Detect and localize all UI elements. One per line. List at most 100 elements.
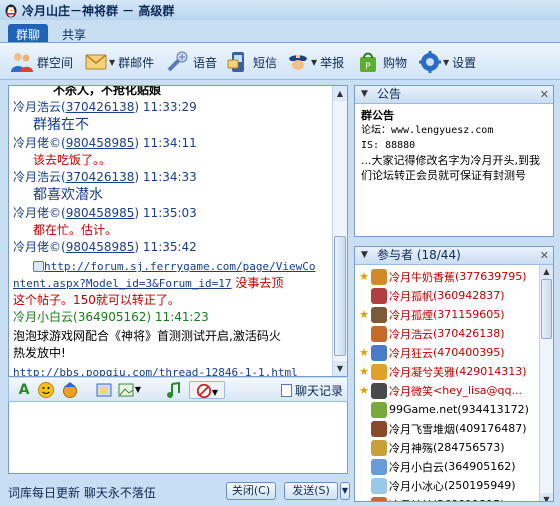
forum-address: 论坛：www.lengyuesz.com bbox=[361, 125, 494, 136]
sms-label: 短信 bbox=[253, 55, 278, 70]
member-row[interactable]: 99Game.net (934413172) bbox=[355, 400, 539, 419]
member-qq: <hey_lisa@qq... bbox=[433, 384, 523, 397]
member-row[interactable]: 冷月浩云 (370426138) bbox=[355, 324, 539, 343]
collapse-arrow-icon[interactable]: ▼ bbox=[361, 247, 368, 264]
member-row[interactable]: 冷月神殇 (284756573) bbox=[355, 438, 539, 457]
tab-share[interactable]: 共享 bbox=[54, 24, 94, 42]
toolbar: 群空间 ▼ 群邮件 语音 短信 ▼ 举报 P 购物 ▼ 设置 bbox=[0, 42, 560, 80]
member-row[interactable]: ★ 冷月狂云 (470400395) bbox=[355, 343, 539, 362]
sms-button[interactable]: 短信 bbox=[226, 49, 277, 75]
scroll-thumb[interactable] bbox=[541, 279, 552, 339]
sms-icon bbox=[227, 52, 244, 72]
avatar-icon bbox=[371, 287, 387, 304]
report-label: 举报 bbox=[320, 55, 345, 70]
screenshot-icon[interactable] bbox=[95, 381, 113, 399]
emoticon-icon[interactable] bbox=[37, 381, 55, 399]
partial-message: 不杀人，不抢化贴娘 bbox=[53, 86, 162, 97]
member-name: 冷月浩云 bbox=[389, 327, 433, 341]
window-title: 冷月山庄－神将群 － 高级群 bbox=[22, 4, 175, 18]
avatar-icon bbox=[371, 496, 387, 501]
member-row[interactable]: 冷月孤帆 (360942837) bbox=[355, 286, 539, 305]
member-name: 冷月飞雪堆烟 bbox=[389, 422, 455, 436]
member-qq: (284756573) bbox=[433, 441, 505, 454]
group-space-button[interactable]: 群空间 bbox=[10, 49, 73, 75]
settings-dropdown-icon[interactable]: ▼ bbox=[443, 58, 449, 67]
image-dropdown-icon[interactable]: ▼ bbox=[133, 381, 143, 399]
member-name: 冷月神神 bbox=[389, 497, 433, 502]
scroll-down-icon[interactable]: ▼ bbox=[540, 493, 553, 501]
scroll-thumb[interactable] bbox=[334, 236, 346, 356]
link-icon bbox=[33, 261, 44, 272]
member-row[interactable]: 冷月神神(260011315) bbox=[355, 495, 539, 502]
avatar-icon bbox=[371, 306, 387, 323]
member-name: 冷月神殇 bbox=[389, 441, 433, 455]
shopping-button[interactable]: P 购物 bbox=[356, 49, 407, 75]
shopping-label: 购物 bbox=[383, 55, 408, 70]
member-row[interactable]: ★ 冷月凝兮芙雅 (429014313) bbox=[355, 362, 539, 381]
bottom-bar: 词库每日更新 聊天永不落伍 关闭(C) 发送(S) ▼ bbox=[0, 478, 350, 506]
avatar-icon bbox=[371, 439, 387, 456]
forum-link[interactable]: http://forum.sj.ferrygame.com/page/ViewC… bbox=[44, 260, 316, 273]
message-text: 都喜欢潜水 bbox=[33, 187, 103, 203]
chat-history-button[interactable]: 聊天记录 bbox=[280, 382, 343, 399]
member-row[interactable]: 冷月小冰心 (250195949) bbox=[355, 476, 539, 495]
scroll-up-icon[interactable]: ▲ bbox=[540, 265, 553, 279]
group-mail-button[interactable]: ▼ 群邮件 bbox=[84, 49, 154, 75]
message-input[interactable] bbox=[8, 402, 348, 474]
shopping-icon: P bbox=[360, 52, 376, 72]
member-row[interactable]: ★ 冷月微笑 <hey_lisa@qq... bbox=[355, 381, 539, 400]
qq-number-link[interactable]: 980458985 bbox=[66, 136, 135, 150]
announcement-panel: ▼ 公告 ✕ 群公告 论坛：www.lengyuesz.com IS: 8888… bbox=[354, 85, 554, 237]
member-row[interactable]: ★ 冷月孤煙 (371159605) bbox=[355, 305, 539, 324]
qq-number-link[interactable]: 370426138 bbox=[66, 100, 135, 114]
member-row[interactable]: 冷月小白云 (364905162) bbox=[355, 457, 539, 476]
close-icon[interactable]: ✕ bbox=[540, 86, 549, 103]
qq-number-link[interactable]: 370426138 bbox=[66, 170, 135, 184]
scroll-up-icon[interactable]: ▲ bbox=[333, 86, 347, 101]
close-icon[interactable]: ✕ bbox=[540, 247, 549, 264]
music-icon[interactable] bbox=[165, 381, 183, 399]
send-options-icon[interactable]: ▼ bbox=[340, 482, 350, 500]
block-messages-button[interactable]: ▼ bbox=[189, 381, 225, 399]
settings-button[interactable]: ▼ 设置 bbox=[418, 49, 476, 75]
report-button[interactable]: ▼ 举报 bbox=[286, 49, 344, 75]
qq-number[interactable]: 364905162 bbox=[78, 310, 147, 324]
collapse-arrow-icon[interactable]: ▼ bbox=[361, 86, 368, 103]
forum-link-continued[interactable]: ntent.aspx?Model_id=3&Forum_id=17 bbox=[13, 277, 232, 290]
message-text: 都在忙。估计。 bbox=[33, 223, 118, 237]
avatar-icon bbox=[371, 382, 387, 399]
announcement-header[interactable]: ▼ 公告 ✕ bbox=[355, 86, 553, 104]
report-dropdown-icon[interactable]: ▼ bbox=[311, 58, 317, 67]
send-button[interactable]: 发送(S) bbox=[284, 482, 338, 500]
message-text: 该去吃饭了。。 bbox=[33, 153, 112, 167]
member-qq: (470400395) bbox=[433, 346, 505, 359]
member-qq: (260011315) bbox=[433, 498, 505, 501]
tip-text[interactable]: 词库每日更新 聊天永不落伍 bbox=[8, 484, 156, 501]
people-icon bbox=[11, 53, 33, 72]
avatar-icon bbox=[371, 420, 387, 437]
close-button[interactable]: 关闭(C) bbox=[226, 482, 276, 500]
font-icon[interactable]: A bbox=[15, 381, 33, 399]
bbs-link[interactable]: http://bbs.popqiu.com/thread-12846-1-1.h… bbox=[13, 366, 298, 376]
member-list: ★ 冷月牛奶香蕉 (377639795) 冷月孤帆 (360942837) ★ 冷月孤煙 (3… bbox=[355, 265, 539, 502]
member-row[interactable]: ★ 冷月牛奶香蕉 (377639795) bbox=[355, 267, 539, 286]
qq-number-link[interactable]: 980458985 bbox=[66, 240, 135, 254]
scroll-down-icon[interactable]: ▼ bbox=[333, 361, 347, 376]
mail-dropdown-icon[interactable]: ▼ bbox=[109, 58, 115, 67]
chat-history[interactable]: 不杀人，不抢化贴娘 冷月浩云(370426138) 11:33:29 群猪在不 … bbox=[8, 85, 348, 377]
member-qq: (934413172) bbox=[457, 403, 529, 416]
chat-scrollbar[interactable]: ▲ ▼ bbox=[332, 86, 347, 376]
message-header: 冷月佬©(980458985) 11:35:03 bbox=[13, 206, 197, 220]
voice-button[interactable]: 语音 bbox=[166, 49, 217, 75]
vip-star-icon: ★ bbox=[359, 346, 369, 359]
svg-text:P: P bbox=[365, 62, 371, 72]
members-header[interactable]: ▼ 参与者 (18/44) ✕ bbox=[355, 247, 553, 265]
member-name: 冷月孤帆 bbox=[389, 289, 433, 303]
tab-group-chat[interactable]: 群聊 bbox=[8, 24, 49, 42]
avatar-icon bbox=[371, 325, 387, 342]
members-scrollbar[interactable]: ▲ ▼ bbox=[539, 265, 553, 501]
message-link-line: http://forum.sj.ferrygame.com/page/ViewC… bbox=[13, 258, 329, 275]
member-row[interactable]: 冷月飞雪堆烟 (409176487) bbox=[355, 419, 539, 438]
qq-number-link[interactable]: 980458985 bbox=[66, 206, 135, 220]
magic-emoticon-icon[interactable] bbox=[61, 381, 79, 399]
